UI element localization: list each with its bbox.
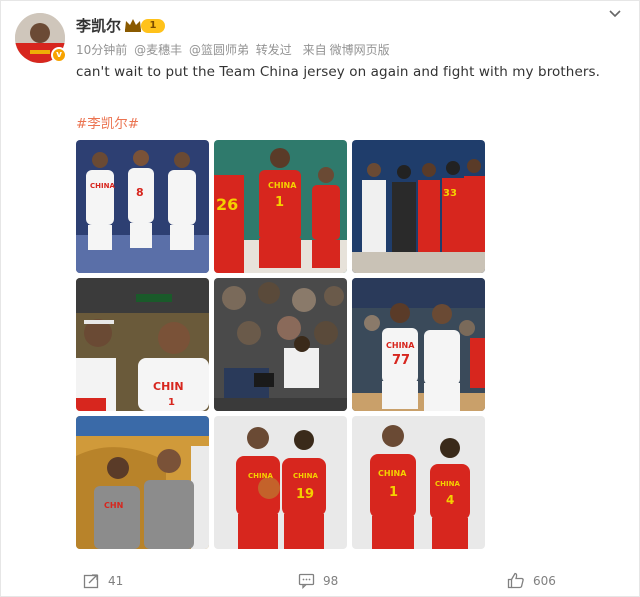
jersey-number: 33 [443,188,457,199]
photo-thumbnail[interactable]: CHIN 1 [76,278,209,411]
jersey-number: 4 [446,493,454,507]
source-link[interactable]: 微博网页版 [330,43,390,57]
share-icon [83,574,99,589]
photo-thumbnail[interactable] [214,278,347,411]
mention-link[interactable]: @麦穗丰 [134,43,182,57]
jersey-number: 26 [216,195,238,214]
verified-badge: v [51,47,67,63]
photo-thumbnail[interactable]: CHINA 8 [76,140,209,273]
thumbs-up-icon [507,572,524,589]
photo-thumbnail[interactable]: CHN [76,416,209,549]
jersey-text: CHN [104,501,123,510]
action-bar: 41 98 606 [1,566,640,597]
crown-icon [125,19,141,32]
source-prefix: 来自 [302,43,327,57]
photo-thumbnail[interactable]: 33 [352,140,485,273]
jersey-text: CHINA [386,341,415,350]
share-button[interactable]: 41 [83,572,123,589]
level-badge: 1 [141,19,165,33]
like-button[interactable]: 606 [507,572,556,589]
jersey-number: 8 [136,186,144,199]
forward-status: 转发过 [255,43,292,57]
photo-thumbnail[interactable]: CHINA 77 [352,278,485,411]
jersey-number: 1 [389,485,398,500]
photo-thumbnail[interactable]: CHINA 1 CHINA 4 [352,416,485,549]
post-text: can't wait to put the Team China jersey … [76,64,601,80]
comment-button[interactable]: 98 [298,572,338,589]
jersey-text: CHINA [378,469,407,478]
photo-grid: CHINA 8 CHINA 26 1 33 CHIN 1 CHINA 77 CH… [76,140,485,549]
post-meta: 10分钟前 @麦穗丰 @篮圆师弟 转发过 来自 微博网页版 [76,41,393,58]
post-time[interactable]: 10分钟前 [76,43,127,57]
comment-count: 98 [323,573,339,588]
mention-link[interactable]: @篮圆师弟 [189,43,249,57]
jersey-text: CHINA [293,472,318,480]
photo-thumbnail[interactable]: CHINA 26 1 [214,140,347,273]
jersey-text: CHINA [268,181,297,190]
photo-thumbnail[interactable]: CHINA CHINA 19 [214,416,347,549]
jersey-number: 19 [296,487,314,502]
weibo-post-card: v 李凯尔 1 10分钟前 @麦穗丰 @篮圆师弟 转发过 来自 微博网页版 can… [0,0,640,597]
jersey-number: 1 [275,195,284,210]
svg-text:CHINA: CHINA [248,472,273,480]
jersey-number: 77 [392,353,410,368]
username[interactable]: 李凯尔 [76,15,121,36]
share-count: 41 [108,573,124,588]
jersey-text: CHINA [90,182,115,190]
like-count: 606 [533,573,556,588]
jersey-text: CHIN [153,380,184,393]
jersey-number: 1 [168,397,175,408]
comment-icon [298,573,315,589]
chevron-down-icon[interactable] [608,7,622,21]
hashtag-link[interactable]: #李凯尔# [76,112,139,132]
svg-text:CHINA: CHINA [435,480,460,488]
